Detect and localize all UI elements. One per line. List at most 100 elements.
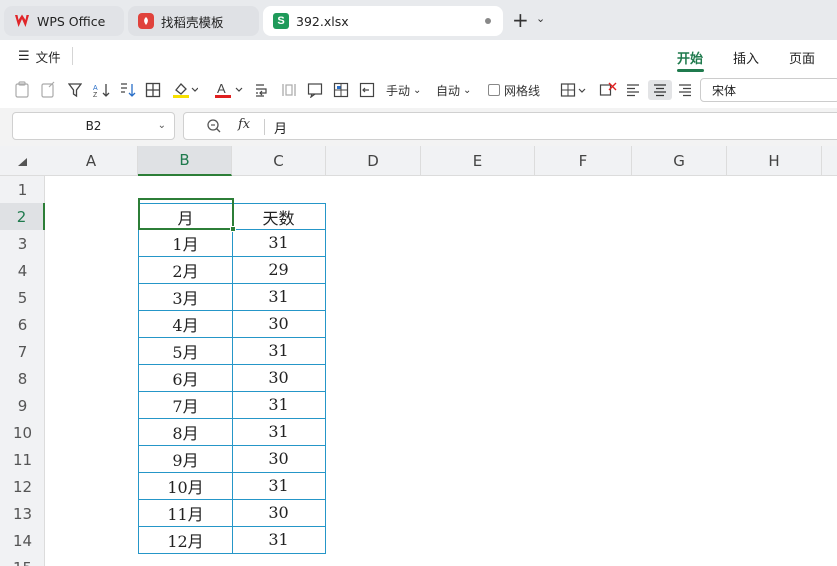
gridlines-toggle[interactable]: 网格线 (488, 80, 540, 100)
font-color-button[interactable]: A (214, 80, 244, 100)
row-header-9[interactable]: 9 (0, 392, 45, 419)
table-cell[interactable]: 31 (232, 526, 326, 554)
font-name-input[interactable]: 宋体 (700, 78, 837, 102)
table-cell[interactable]: 30 (232, 445, 326, 473)
unsaved-dot-icon[interactable] (485, 18, 491, 24)
column-width-icon[interactable] (281, 80, 297, 100)
freeze-panes-icon[interactable] (359, 80, 375, 100)
formula-input[interactable]: fx 月 (183, 112, 837, 140)
insert-comment-icon[interactable] (307, 80, 323, 100)
row-header-8[interactable]: 8 (0, 365, 45, 392)
column-header-row: ABCDEFGH (0, 146, 837, 176)
tab-template[interactable]: 找稻壳模板 (128, 6, 259, 36)
table-cell[interactable]: 8月 (138, 418, 233, 446)
select-all-corner[interactable] (0, 146, 45, 176)
cell-area[interactable]: 月天数 1月 31 2月 29 3月 31 4月 30 5月 31 6月 30 7月 31 8月 31 9月 30 1… (45, 176, 837, 566)
row-header-13[interactable]: 13 (0, 500, 45, 527)
table-cell[interactable]: 5月 (138, 337, 233, 365)
table-cell[interactable]: 12月 (138, 526, 233, 554)
table-header-cell[interactable]: 月 (138, 203, 233, 230)
fill-handle[interactable] (230, 226, 236, 232)
hamburger-icon: ☰ (18, 49, 30, 64)
column-header-e[interactable]: E (421, 146, 535, 176)
border-icon[interactable] (145, 80, 161, 100)
gridlines-checkbox[interactable] (488, 84, 500, 96)
sort-ascending-icon[interactable]: AZ (93, 80, 111, 100)
col-width-dropdown[interactable]: 自动 ⌄ (436, 80, 471, 100)
merge-cells-button[interactable] (560, 80, 586, 100)
select-all-triangle-icon (18, 158, 27, 166)
table-cell[interactable]: 31 (232, 391, 326, 419)
table-cell[interactable]: 30 (232, 499, 326, 527)
table-cell[interactable]: 10月 (138, 472, 233, 500)
row-header-6[interactable]: 6 (0, 311, 45, 338)
table-cell[interactable]: 30 (232, 310, 326, 338)
column-header-g[interactable]: G (632, 146, 727, 176)
table-cell[interactable]: 7月 (138, 391, 233, 419)
chevron-down-icon[interactable]: ⌄ (536, 12, 545, 25)
table-cell[interactable]: 1月 (138, 229, 233, 257)
table-cell[interactable]: 9月 (138, 445, 233, 473)
table-cell[interactable]: 31 (232, 283, 326, 311)
row-height-dropdown[interactable]: 手动 ⌄ (386, 80, 421, 100)
formula-value[interactable]: 月 (274, 118, 287, 137)
svg-text:Z: Z (93, 92, 98, 98)
format-painter-icon[interactable] (40, 80, 56, 100)
table-cell[interactable]: 6月 (138, 364, 233, 392)
table-cell[interactable]: 2月 (138, 256, 233, 284)
table-cell[interactable]: 11月 (138, 499, 233, 527)
row-header-12[interactable]: 12 (0, 473, 45, 500)
chevron-down-icon[interactable]: ⌄ (158, 120, 166, 131)
table-cell[interactable]: 31 (232, 337, 326, 365)
tab-template-label: 找稻壳模板 (161, 14, 224, 30)
row-header-14[interactable]: 14 (0, 527, 45, 554)
ribbon-tab-insert[interactable]: 插入 (733, 48, 759, 67)
row-header-4[interactable]: 4 (0, 257, 45, 284)
align-right-icon[interactable] (678, 80, 692, 100)
ribbon-tab-page[interactable]: 页面 (789, 48, 815, 67)
spreadsheet-grid[interactable]: ABCDEFGH 123456789101112131415 月天数1月312月… (0, 146, 837, 566)
file-menu-button[interactable]: ☰ 文件 (18, 47, 61, 66)
filter-icon[interactable] (68, 80, 82, 100)
column-header-c[interactable]: C (232, 146, 326, 176)
align-center-icon[interactable] (648, 80, 672, 100)
name-box[interactable]: B2 ⌄ (12, 112, 175, 140)
zoom-search-icon[interactable] (206, 118, 222, 137)
table-cell[interactable]: 3月 (138, 283, 233, 311)
table-cell[interactable]: 30 (232, 364, 326, 392)
wrap-text-icon[interactable] (254, 80, 270, 100)
tab-spreadsheet[interactable]: S 392.xlsx (263, 6, 503, 36)
row-header-10[interactable]: 10 (0, 419, 45, 446)
table-style-icon[interactable] (333, 80, 349, 100)
column-header-d[interactable]: D (326, 146, 421, 176)
table-cell[interactable]: 4月 (138, 310, 233, 338)
table-cell[interactable]: 31 (232, 418, 326, 446)
row-header-2[interactable]: 2 (0, 203, 45, 230)
row-header-5[interactable]: 5 (0, 284, 45, 311)
fill-color-button[interactable] (172, 80, 198, 100)
column-header-h[interactable]: H (727, 146, 822, 176)
clear-format-icon[interactable] (599, 80, 617, 100)
row-header-3[interactable]: 3 (0, 230, 45, 257)
table-cell[interactable]: 31 (232, 229, 326, 257)
ribbon-tab-home[interactable]: 开始 (677, 48, 703, 67)
new-tab-plus-icon[interactable]: + (512, 10, 529, 30)
column-header-b[interactable]: B (138, 146, 232, 176)
column-header-f[interactable]: F (535, 146, 632, 176)
row-header-7[interactable]: 7 (0, 338, 45, 365)
align-left-icon[interactable] (626, 80, 640, 100)
table-cell[interactable]: 29 (232, 256, 326, 284)
tab-wps-office[interactable]: WPS Office (4, 6, 124, 36)
paste-special-icon[interactable] (14, 80, 30, 100)
formula-divider (264, 119, 265, 135)
sort-custom-icon[interactable] (119, 80, 137, 100)
row-header-1[interactable]: 1 (0, 176, 45, 203)
column-header-a[interactable]: A (45, 146, 138, 176)
row-header-11[interactable]: 11 (0, 446, 45, 473)
table-header-cell[interactable]: 天数 (232, 203, 326, 230)
table-cell[interactable]: 31 (232, 472, 326, 500)
font-name-value: 宋体 (712, 83, 737, 98)
fx-icon[interactable]: fx (238, 117, 250, 132)
col-width-label: 自动 (436, 83, 461, 98)
row-header-15[interactable]: 15 (0, 554, 45, 566)
